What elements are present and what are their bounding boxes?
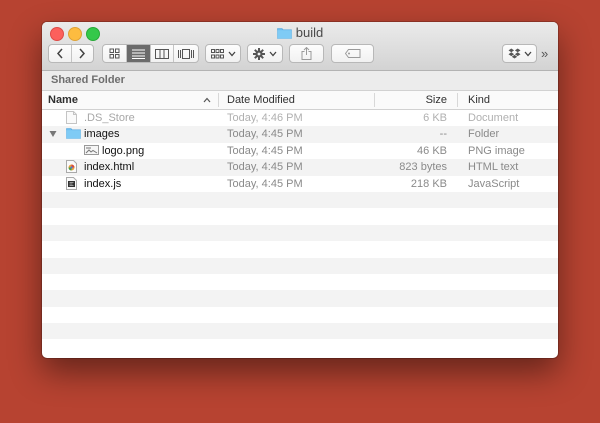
column-view-button[interactable]	[151, 45, 175, 62]
dropbox-button[interactable]	[502, 44, 537, 63]
column-name-header[interactable]: Name	[48, 91, 78, 109]
finder-window: build » Shared Folder Name Date Modified…	[42, 22, 558, 358]
forward-button[interactable]	[72, 45, 94, 62]
share-icon	[301, 47, 312, 60]
chevron-down-icon	[269, 51, 277, 56]
chevron-down-icon	[228, 51, 235, 56]
window-title: build	[42, 24, 558, 42]
tag-icon	[344, 49, 360, 58]
column-kind-header[interactable]: Kind	[468, 91, 490, 109]
shared-folder-bar: Shared Folder	[42, 71, 558, 91]
sort-ascending-icon	[203, 97, 211, 103]
column-view-icon	[154, 48, 169, 59]
empty-row	[42, 307, 558, 323]
arrange-button[interactable]	[205, 44, 241, 63]
empty-row	[42, 339, 558, 355]
file-row[interactable]: index.html Today, 4:45 PM 823 bytes HTML te…	[42, 159, 558, 176]
file-name: images	[84, 128, 120, 141]
empty-row	[42, 241, 558, 257]
chevron-right-icon	[79, 48, 86, 59]
action-button[interactable]	[247, 44, 283, 63]
file-size: 823 bytes	[399, 161, 447, 174]
file-row[interactable]: logo.png Today, 4:45 PM 46 KB PNG image	[42, 143, 558, 159]
file-date: Today, 4:45 PM	[227, 161, 303, 174]
file-row[interactable]: .DS_Store Today, 4:46 PM 6 KB Document	[42, 110, 558, 126]
column-divider[interactable]	[457, 93, 458, 107]
empty-row	[42, 191, 558, 209]
file-kind: HTML text	[468, 161, 519, 174]
file-size: 218 KB	[410, 177, 447, 190]
empty-row	[42, 274, 558, 290]
file-kind: PNG image	[468, 144, 525, 157]
list-view-icon	[131, 48, 145, 59]
file-kind: Folder	[468, 128, 500, 141]
file-size: --	[439, 128, 447, 141]
column-header: Name Date Modified Size Kind	[42, 91, 558, 110]
dropbox-icon	[508, 48, 520, 58]
file-row[interactable]: images Today, 4:45 PM -- Folder	[42, 126, 558, 143]
title-bar[interactable]: build »	[42, 22, 558, 71]
empty-row	[42, 224, 558, 242]
file-date: Today, 4:45 PM	[227, 128, 303, 141]
back-button[interactable]	[49, 45, 72, 62]
file-row[interactable]: index.js Today, 4:45 PM 218 KB JavaScript	[42, 176, 558, 192]
chevron-left-icon	[56, 48, 63, 59]
icon-view-icon	[109, 48, 120, 59]
image-icon	[84, 144, 99, 160]
icon-view-button[interactable]	[103, 45, 127, 62]
disclosure-triangle-icon[interactable]	[49, 130, 57, 138]
file-size: 46 KB	[417, 144, 447, 157]
gear-icon	[253, 47, 265, 60]
folder-icon	[276, 28, 292, 39]
file-kind: JavaScript	[468, 177, 520, 190]
share-button[interactable]	[289, 44, 324, 63]
empty-row	[42, 257, 558, 274]
shared-folder-label: Shared Folder	[51, 74, 125, 86]
file-name: logo.png	[102, 144, 145, 157]
list-view-button[interactable]	[126, 45, 151, 62]
column-size-header[interactable]: Size	[374, 91, 447, 109]
file-date: Today, 4:45 PM	[227, 177, 303, 190]
file-kind: Document	[468, 112, 519, 124]
empty-row	[42, 290, 558, 307]
tag-button[interactable]	[331, 44, 374, 63]
empty-row	[42, 208, 558, 224]
cover-flow-icon	[178, 48, 195, 59]
view-mode-control	[102, 44, 199, 63]
file-name: index.js	[84, 177, 122, 190]
file-name: .DS_Store	[84, 112, 135, 124]
file-date: Today, 4:46 PM	[227, 112, 303, 124]
back-forward-control	[48, 44, 94, 63]
chevron-down-icon	[524, 51, 531, 56]
toolbar-overflow-icon[interactable]: »	[541, 46, 548, 61]
arrange-icon	[210, 48, 224, 58]
file-size: 6 KB	[423, 112, 447, 124]
cover-flow-button[interactable]	[174, 45, 198, 62]
empty-row	[42, 323, 558, 340]
file-date: Today, 4:45 PM	[227, 144, 303, 157]
file-list: .DS_Store Today, 4:46 PM 6 KB Document image…	[42, 110, 558, 356]
column-date-header[interactable]: Date Modified	[227, 91, 295, 109]
column-divider[interactable]	[218, 93, 219, 107]
file-name: index.html	[84, 161, 135, 174]
